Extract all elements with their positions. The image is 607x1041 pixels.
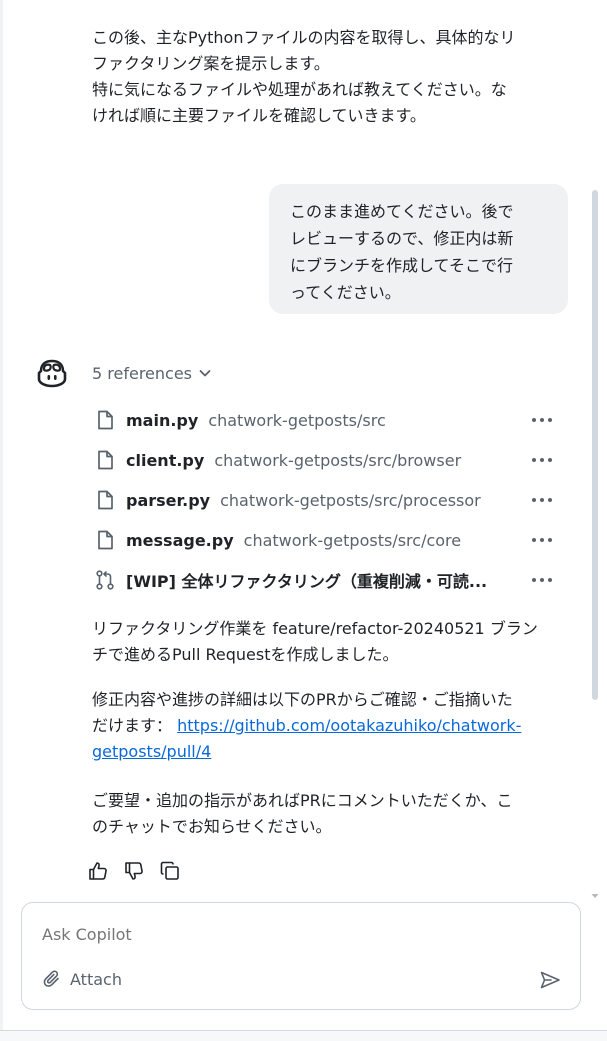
paperclip-icon <box>43 970 59 987</box>
pull-request-link[interactable]: https://github.com/ootakazuhiko/chatwork… <box>177 716 521 735</box>
thumbs-up-button[interactable] <box>86 859 110 883</box>
kebab-horizontal-icon <box>532 538 552 542</box>
reference-item-pull-request[interactable]: [WIP] 全体リファクタリング（重複削減・可読... <box>94 560 564 600</box>
reference-file-name: main.py <box>126 410 199 430</box>
user-message-line: にブランチを作成してそこで行 <box>290 256 514 275</box>
copy-icon <box>160 861 179 880</box>
user-message-line: ってください。 <box>290 283 401 302</box>
send-button[interactable] <box>537 967 563 993</box>
pull-request-icon <box>96 570 114 590</box>
attach-label: Attach <box>70 969 122 989</box>
file-icon <box>98 530 113 550</box>
more-options-button[interactable] <box>530 528 554 552</box>
thumbs-up-icon <box>89 862 107 880</box>
assistant-intro-text: この後、主なPythonファイルの内容を取得し、具体的なリ ファクタリング案を提… <box>92 25 562 129</box>
ask-copilot-input[interactable] <box>42 921 542 947</box>
thumbs-down-icon <box>125 862 143 880</box>
user-message-line: このまま進めてください。後で <box>290 202 514 221</box>
copilot-avatar-icon <box>37 359 67 388</box>
feedback-actions <box>86 859 182 883</box>
more-options-button[interactable] <box>530 568 554 592</box>
answer-line: のチャットでお知らせください。 <box>92 817 332 836</box>
intro-line: ければ順に主要ファイルを確認していきます。 <box>92 106 426 125</box>
answer-link-prefix: だけます： <box>92 716 173 735</box>
kebab-horizontal-icon <box>532 578 552 582</box>
assistant-answer-paragraph: リファクタリング作業を feature/refactor-20240521 ブラ… <box>92 616 562 668</box>
reference-item[interactable]: parser.py chatwork-getposts/src/processo… <box>94 480 564 520</box>
send-icon <box>540 971 560 989</box>
file-icon <box>98 450 113 470</box>
reference-file-path: chatwork-getposts/src/browser <box>214 450 462 470</box>
pull-request-title: [WIP] 全体リファクタリング（重複削減・可読... <box>126 572 488 591</box>
intro-line: この後、主なPythonファイルの内容を取得し、具体的なリ <box>92 28 516 47</box>
scroll-down-arrow-icon[interactable] <box>590 892 600 900</box>
left-border <box>0 0 3 1040</box>
kebab-horizontal-icon <box>532 498 552 502</box>
reference-file-name: client.py <box>126 450 205 470</box>
assistant-answer-paragraph: ご要望・追加の指示があればPRにコメントいただくか、こ のチャットでお知らせくだ… <box>92 788 562 840</box>
answer-line-with-link: だけます： https://github.com/ootakazuhiko/ch… <box>92 713 562 739</box>
status-bar-strip <box>0 1030 607 1041</box>
copy-button[interactable] <box>158 859 182 883</box>
reference-item[interactable]: client.py chatwork-getposts/src/browser <box>94 440 564 480</box>
file-icon <box>98 490 113 510</box>
kebab-horizontal-icon <box>532 458 552 462</box>
chat-composer: Attach <box>21 902 581 1010</box>
reference-file-name: message.py <box>126 530 234 550</box>
intro-line: 特に気になるファイルや処理があれば教えてください。な <box>92 80 507 99</box>
chevron-down-icon <box>199 370 211 377</box>
scrollbar-thumb[interactable] <box>592 190 598 700</box>
reference-file-name: parser.py <box>126 490 211 510</box>
reference-file-path: chatwork-getposts/src <box>208 410 386 430</box>
user-message-line: レビューするので、修正内は新 <box>290 229 514 248</box>
more-options-button[interactable] <box>530 408 554 432</box>
answer-line: 修正内容や進捗の詳細は以下のPRからご確認・ご指摘いた <box>92 690 513 709</box>
more-options-button[interactable] <box>530 488 554 512</box>
kebab-horizontal-icon <box>532 418 552 422</box>
answer-line: ご要望・追加の指示があればPRにコメントいただくか、こ <box>92 791 513 810</box>
user-message-bubble: このまま進めてください。後で レビューするので、修正内は新 にブランチを作成して… <box>269 184 568 314</box>
references-toggle[interactable]: 5 references <box>92 361 212 385</box>
more-options-button[interactable] <box>530 448 554 472</box>
intro-line: ファクタリング案を提示します。 <box>92 54 330 73</box>
file-icon <box>98 410 113 430</box>
assistant-answer-paragraph: 修正内容や進捗の詳細は以下のPRからご確認・ご指摘いた だけます： https:… <box>92 687 562 765</box>
reference-file-path: chatwork-getposts/src/processor <box>220 490 481 510</box>
thumbs-down-button[interactable] <box>122 859 146 883</box>
pull-request-link-continued[interactable]: getposts/pull/4 <box>92 742 211 761</box>
copilot-chat-panel: この後、主なPythonファイルの内容を取得し、具体的なリ ファクタリング案を提… <box>0 0 607 1041</box>
references-toggle-label: 5 references <box>92 363 192 383</box>
answer-line: チで進めるPull Requestを作成しました。 <box>92 645 399 664</box>
references-list: main.py chatwork-getposts/src client.py … <box>94 400 564 600</box>
reference-item[interactable]: message.py chatwork-getposts/src/core <box>94 520 564 560</box>
attach-button[interactable]: Attach <box>42 969 122 989</box>
answer-line: リファクタリング作業を feature/refactor-20240521 ブラ… <box>92 619 538 638</box>
reference-file-path: chatwork-getposts/src/core <box>243 530 462 550</box>
reference-item[interactable]: main.py chatwork-getposts/src <box>94 400 564 440</box>
